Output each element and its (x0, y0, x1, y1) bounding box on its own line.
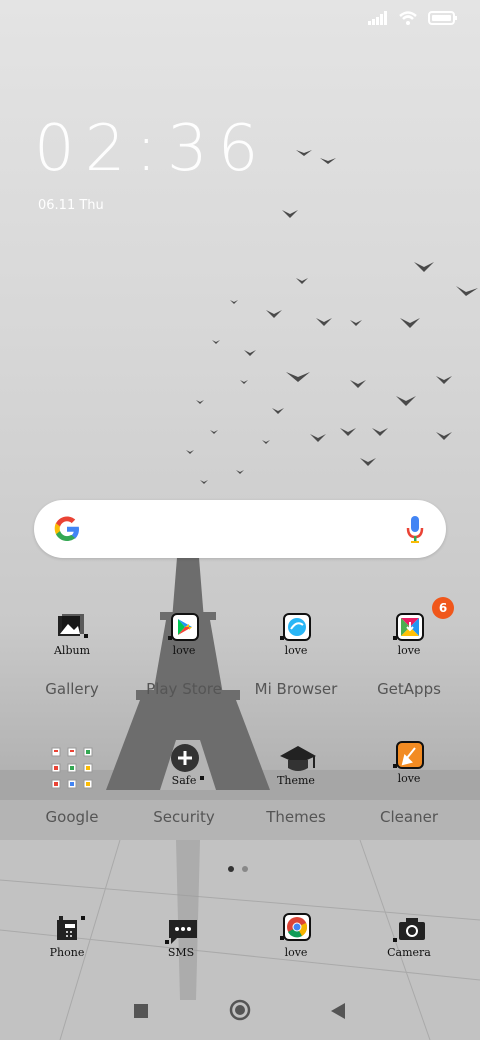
date-label: 06.11 Thu (38, 198, 104, 213)
app-google-folder[interactable]: Google (22, 740, 122, 826)
app-play-store[interactable]: love Play Store (134, 612, 234, 698)
google-folder-icon (44, 740, 100, 796)
getapps-icon: love (381, 612, 437, 668)
app-getapps[interactable]: love GetApps (359, 612, 459, 698)
chrome-icon: love (268, 912, 324, 968)
dock-chrome[interactable]: love (246, 912, 346, 968)
back-button[interactable] (330, 1002, 346, 1020)
security-icon: Safe (156, 740, 212, 796)
mic-icon[interactable] (406, 515, 424, 543)
signal-icon (368, 11, 387, 25)
dock-sms[interactable]: SMS (131, 912, 231, 968)
notification-badge: 6 (432, 597, 454, 619)
app-label: Security (153, 808, 215, 826)
themes-icon: Theme (268, 740, 324, 796)
camera-icon: Camera (381, 912, 437, 968)
page-dot (242, 866, 248, 872)
sms-icon: SMS (153, 912, 209, 968)
google-search-bar[interactable] (34, 500, 446, 558)
clock: 02:36 (34, 112, 269, 186)
page-dot-active (228, 866, 234, 872)
app-themes[interactable]: Theme Themes (246, 740, 346, 826)
app-cleaner[interactable]: love Cleaner (359, 740, 459, 826)
dock-phone[interactable]: Phone (17, 912, 117, 968)
home-button[interactable] (229, 999, 251, 1021)
status-bar (368, 10, 458, 26)
app-gallery[interactable]: Album Gallery (22, 612, 122, 698)
app-label: Gallery (45, 680, 99, 698)
app-label: Play Store (146, 680, 222, 698)
page-indicator (228, 866, 248, 872)
app-security[interactable]: Safe Security (134, 740, 234, 826)
cleaner-icon: love (381, 740, 437, 796)
browser-icon: love (268, 612, 324, 668)
app-label: GetApps (377, 680, 441, 698)
phone-icon: Phone (39, 912, 95, 968)
dock-camera[interactable]: Camera (359, 912, 459, 968)
navigation-bar (0, 990, 480, 1034)
wifi-icon (399, 11, 417, 25)
gallery-icon: Album (44, 612, 100, 668)
battery-icon (428, 11, 457, 25)
play-store-icon: love (156, 612, 212, 668)
app-label: Mi Browser (254, 680, 338, 698)
app-label: Cleaner (380, 808, 438, 826)
app-mi-browser[interactable]: love Mi Browser (246, 612, 346, 698)
app-label: Themes (266, 808, 326, 826)
recents-button[interactable] (133, 1003, 149, 1019)
google-g-icon (54, 516, 79, 541)
app-label: Google (45, 808, 99, 826)
